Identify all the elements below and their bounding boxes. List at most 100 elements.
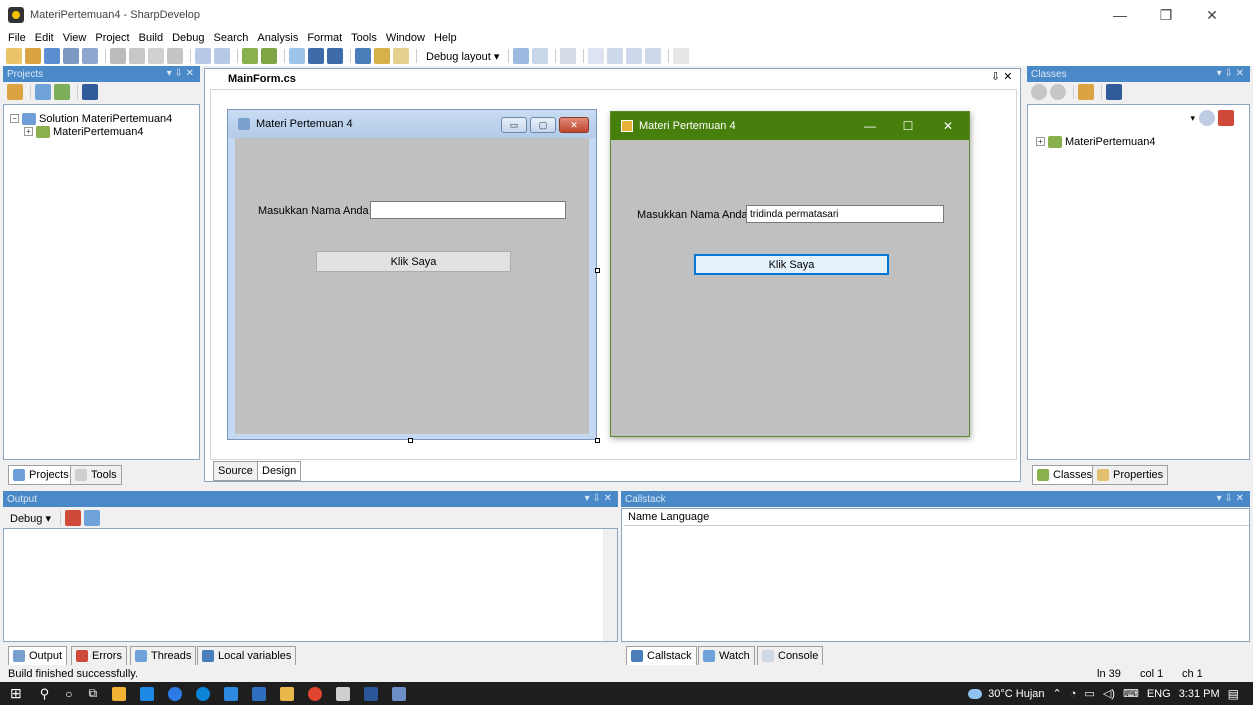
- callstack-panel-controls[interactable]: ▾ ⇩ ✕: [1217, 493, 1244, 504]
- document-tab-controls[interactable]: ⇩ ✕: [991, 70, 1013, 83]
- running-maximize-button[interactable]: ☐: [889, 112, 927, 140]
- tab-console[interactable]: Console: [757, 646, 824, 666]
- keyboard-icon[interactable]: ⌨: [1123, 687, 1139, 700]
- form-app-taskbar-icon[interactable]: [392, 686, 407, 701]
- menu-project[interactable]: Project: [95, 32, 129, 44]
- menu-search[interactable]: Search: [214, 32, 249, 44]
- windows-start-icon[interactable]: ⊞: [10, 685, 22, 702]
- tab-watch[interactable]: Watch: [698, 646, 755, 666]
- class-project-label[interactable]: MateriPertemuan4: [1065, 136, 1156, 148]
- menu-view[interactable]: View: [63, 32, 87, 44]
- menu-debug[interactable]: Debug: [172, 32, 204, 44]
- tab-mainform-cs[interactable]: MainForm.cs: [220, 70, 304, 87]
- step-into-icon[interactable]: [374, 48, 390, 64]
- tab-classes[interactable]: Classes: [1032, 465, 1098, 485]
- tab-projects[interactable]: Projects: [8, 465, 74, 485]
- search-icon[interactable]: ⚲: [40, 686, 50, 702]
- task-view-icon[interactable]: ⧉: [89, 686, 98, 701]
- chrome-icon[interactable]: [308, 686, 323, 701]
- tab-tools[interactable]: Tools: [70, 465, 122, 485]
- new-project-icon[interactable]: [44, 48, 60, 64]
- expand-toggle[interactable]: +: [24, 127, 33, 136]
- step-over-icon[interactable]: [355, 48, 371, 64]
- rebuild-icon[interactable]: [261, 48, 277, 64]
- word-icon[interactable]: [364, 686, 379, 701]
- indent-icon[interactable]: [532, 48, 549, 64]
- stop-icon[interactable]: [327, 48, 343, 64]
- menu-edit[interactable]: Edit: [35, 32, 54, 44]
- clear-search-icon[interactable]: [1218, 110, 1234, 126]
- battery-icon[interactable]: ▭: [1084, 687, 1094, 700]
- resize-handle-bottom[interactable]: [408, 438, 413, 443]
- cut-icon[interactable]: [110, 48, 126, 64]
- resize-handle-corner[interactable]: [595, 438, 600, 443]
- running-minimize-button[interactable]: —: [851, 112, 889, 140]
- collapse-all-icon[interactable]: [1106, 84, 1122, 100]
- undo-icon[interactable]: [195, 48, 211, 64]
- edge-icon[interactable]: [196, 686, 211, 701]
- tree-row-solution[interactable]: − Solution MateriPertemuan4: [10, 112, 172, 125]
- pause-icon[interactable]: [308, 48, 324, 64]
- projects-panel-controls[interactable]: ▾ ⇩ ✕: [167, 68, 194, 79]
- show-all-files-icon[interactable]: [35, 84, 51, 100]
- delete-icon[interactable]: [167, 48, 183, 64]
- designer-name-label[interactable]: Masukkan Nama Anda: [258, 205, 369, 217]
- clear-output-icon[interactable]: [65, 510, 81, 526]
- open-project-icon[interactable]: [25, 48, 41, 64]
- menu-tools[interactable]: Tools: [351, 32, 377, 44]
- menu-build[interactable]: Build: [139, 32, 163, 44]
- comment-icon[interactable]: [513, 48, 530, 64]
- step-out-icon[interactable]: [393, 48, 409, 64]
- designer-form[interactable]: Materi Pertemuan 4 ▭ ▢ ✕: [227, 109, 597, 440]
- network-icon[interactable]: ◔: [1070, 688, 1077, 700]
- output-scrollbar[interactable]: [603, 529, 617, 641]
- callstack-list[interactable]: [621, 508, 1250, 642]
- output-text-area[interactable]: [3, 528, 618, 642]
- solution-label[interactable]: Solution MateriPertemuan4: [39, 113, 172, 125]
- zoom-icon[interactable]: [168, 686, 183, 701]
- build-icon[interactable]: [242, 48, 258, 64]
- close-window-button[interactable]: ✕: [1189, 0, 1235, 30]
- designer-klik-saya-button[interactable]: Klik Saya: [316, 251, 511, 272]
- volume-icon[interactable]: ◁): [1103, 687, 1115, 700]
- next-bookmark-icon[interactable]: [626, 48, 643, 64]
- tab-design[interactable]: Design: [257, 461, 302, 481]
- expand-toggle[interactable]: +: [1036, 137, 1045, 146]
- properties-icon[interactable]: [7, 84, 23, 100]
- column-name[interactable]: Name: [628, 511, 657, 523]
- back-icon[interactable]: [1031, 84, 1047, 100]
- project-label[interactable]: MateriPertemuan4: [53, 126, 144, 138]
- tab-callstack[interactable]: Callstack: [626, 646, 697, 666]
- tray-overflow-icon[interactable]: ⌃: [1053, 687, 1062, 700]
- find-icon[interactable]: [673, 48, 690, 64]
- output-source-dropdown[interactable]: Debug ▾: [9, 511, 52, 526]
- classes-panel-controls[interactable]: ▾ ⇩ ✕: [1217, 68, 1244, 79]
- cortana-icon[interactable]: ○: [65, 687, 72, 701]
- notifications-icon[interactable]: ▤: [1228, 687, 1239, 701]
- tree-row-project[interactable]: + MateriPertemuan4: [24, 125, 172, 138]
- save-icon[interactable]: [63, 48, 79, 64]
- word-wrap-icon[interactable]: [84, 510, 100, 526]
- running-close-button[interactable]: ✕: [929, 112, 967, 140]
- tab-source[interactable]: Source: [213, 461, 258, 481]
- resize-handle-right[interactable]: [595, 268, 600, 273]
- save-all-icon[interactable]: [82, 48, 98, 64]
- menu-analysis[interactable]: Analysis: [257, 32, 298, 44]
- designer-name-textbox[interactable]: [370, 201, 566, 219]
- tab-threads[interactable]: Threads: [130, 646, 197, 666]
- debug-layout-dropdown[interactable]: Debug layout ▾: [425, 49, 500, 64]
- tab-output[interactable]: Output: [8, 646, 68, 666]
- tab-local-variables[interactable]: Local variables: [197, 646, 297, 666]
- minimize-window-button[interactable]: —: [1097, 0, 1143, 30]
- prev-bookmark-icon[interactable]: [607, 48, 624, 64]
- tab-errors[interactable]: Errors: [71, 646, 127, 666]
- store-icon[interactable]: [252, 686, 267, 701]
- sharpdevelop-taskbar-icon[interactable]: [336, 686, 351, 701]
- menu-format[interactable]: Format: [307, 32, 342, 44]
- menu-help[interactable]: Help: [434, 32, 457, 44]
- paste-icon[interactable]: [148, 48, 164, 64]
- clock[interactable]: 3:31 PM: [1179, 688, 1220, 700]
- taskbar-app-icon[interactable]: [112, 686, 127, 701]
- redo-icon[interactable]: [214, 48, 230, 64]
- search-icon[interactable]: [1199, 110, 1215, 126]
